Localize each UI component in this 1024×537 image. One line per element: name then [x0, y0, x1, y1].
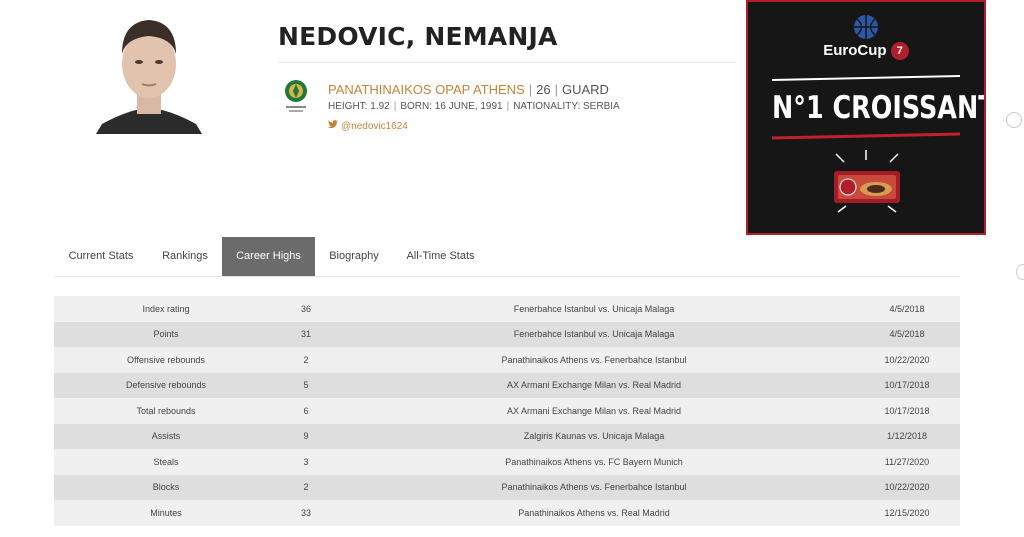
- twitter-icon: [328, 120, 338, 132]
- table-row: Minutes 33 Panathinaikos Athens vs. Real…: [54, 500, 960, 526]
- game-date: 12/15/2020: [884, 507, 930, 518]
- bio-info-row: HEIGHT: 1.92 | BORN: 16 JUNE, 1991 | NATIONA…: [328, 101, 620, 112]
- stat-value: 2: [303, 482, 309, 493]
- stat-name: Total rebounds: [136, 405, 196, 416]
- game-matchup[interactable]: AX Armani Exchange Milan vs. Real Madrid: [334, 406, 854, 416]
- stat-value: 5: [303, 380, 309, 391]
- table-row: Defensive rebounds 5 AX Armani Exchange …: [54, 372, 960, 398]
- nationality: NATIONALITY: SERBIA: [513, 101, 620, 112]
- table-row: Assists 9 Zalgiris Kaunas vs. Unicaja Ma…: [54, 423, 960, 449]
- stat-name: Defensive rebounds: [125, 380, 207, 391]
- game-date: 10/22/2020: [884, 354, 930, 365]
- game-matchup[interactable]: Fenerbahce Istanbul vs. Unicaja Malaga: [334, 329, 854, 339]
- stat-value: 9: [303, 431, 309, 442]
- stat-value: 3: [303, 456, 309, 467]
- stat-name: Index rating: [142, 303, 190, 314]
- table-row: Index rating 36 Fenerbahce Istanbul vs. …: [54, 296, 960, 322]
- tab-all-time-stats[interactable]: All-Time Stats: [393, 237, 488, 276]
- table-row: Points 31 Fenerbahce Istanbul vs. Unicaj…: [54, 321, 960, 347]
- club-info-row: PANATHINAIKOS OPAP ATHENS | 26 | GUARD: [328, 82, 609, 97]
- player-name: NEDOVIC, NEMANJA: [278, 22, 558, 51]
- club-logo[interactable]: [281, 78, 311, 114]
- game-matchup[interactable]: Panathinaikos Athens vs. Fenerbahce Ista…: [334, 355, 854, 365]
- eurocup-advertisement[interactable]: EuroCup 7 N°1 CROISSANT: [746, 0, 986, 235]
- game-date: 11/27/2020: [884, 456, 930, 467]
- stat-name: Minutes: [150, 507, 182, 518]
- career-highs-table: Index rating 36 Fenerbahce Istanbul vs. …: [54, 296, 960, 526]
- game-date: 10/17/2018: [884, 405, 930, 416]
- game-date: 10/17/2018: [884, 380, 930, 391]
- game-matchup[interactable]: Zalgiris Kaunas vs. Unicaja Malaga: [334, 431, 854, 441]
- game-matchup[interactable]: Panathinaikos Athens vs. Fenerbahce Ista…: [334, 482, 854, 492]
- jersey-number: 26: [536, 82, 551, 97]
- stat-value: 36: [300, 303, 311, 314]
- birth-date: BORN: 16 JUNE, 1991: [400, 101, 503, 112]
- stat-name: Steals: [153, 456, 179, 467]
- header-divider: [278, 62, 736, 63]
- tab-rankings[interactable]: Rankings: [148, 237, 222, 276]
- tab-career-highs[interactable]: Career Highs: [222, 237, 315, 276]
- page-decoration: [1016, 264, 1024, 280]
- sponsor-7days-icon: 7: [890, 42, 909, 61]
- stat-name: Points: [153, 329, 179, 340]
- game-matchup[interactable]: Panathinaikos Athens vs. Real Madrid: [334, 508, 854, 518]
- stat-value: 31: [300, 329, 311, 340]
- game-date: 10/22/2020: [884, 482, 930, 493]
- tab-biography[interactable]: Biography: [315, 237, 393, 276]
- stat-value: 33: [300, 507, 311, 518]
- stat-name: Offensive rebounds: [127, 354, 205, 365]
- table-row: Blocks 2 Panathinaikos Athens vs. Fenerb…: [54, 474, 960, 500]
- stat-value: 6: [303, 405, 309, 416]
- player-photo: [96, 12, 202, 134]
- position: GUARD: [561, 82, 609, 97]
- stat-name: Blocks: [152, 482, 180, 493]
- table-row: Total rebounds 6 AX Armani Exchange Mila…: [54, 398, 960, 424]
- game-matchup[interactable]: Fenerbahce Istanbul vs. Unicaja Malaga: [334, 304, 854, 314]
- ad-headline: N°1 CROISSANT: [772, 90, 986, 126]
- ad-arrows: [835, 150, 899, 213]
- table-row: Steals 3 Panathinaikos Athens vs. FC Bay…: [54, 449, 960, 475]
- eurocup-logo-icon: [853, 14, 879, 45]
- stats-tabs: Current Stats Rankings Career Highs Biog…: [54, 237, 960, 277]
- stat-value: 2: [303, 354, 309, 365]
- page-decoration: [1006, 112, 1022, 128]
- table-row: Offensive rebounds 2 Panathinaikos Athen…: [54, 347, 960, 373]
- game-date: 1/12/2018: [886, 431, 928, 442]
- game-date: 4/5/2018: [889, 303, 925, 314]
- tab-current-stats[interactable]: Current Stats: [54, 237, 148, 276]
- height: HEIGHT: 1.92: [328, 101, 390, 112]
- game-matchup[interactable]: Panathinaikos Athens vs. FC Bayern Munic…: [334, 457, 854, 467]
- club-link[interactable]: PANATHINAIKOS OPAP ATHENS: [328, 82, 525, 97]
- game-matchup[interactable]: AX Armani Exchange Milan vs. Real Madrid: [334, 380, 854, 390]
- twitter-handle: @nedovic1624: [341, 120, 408, 132]
- ad-brand-text: EuroCup 7: [748, 42, 984, 61]
- twitter-link[interactable]: @nedovic1624: [328, 120, 408, 132]
- stat-name: Assists: [151, 431, 181, 442]
- game-date: 4/5/2018: [889, 329, 925, 340]
